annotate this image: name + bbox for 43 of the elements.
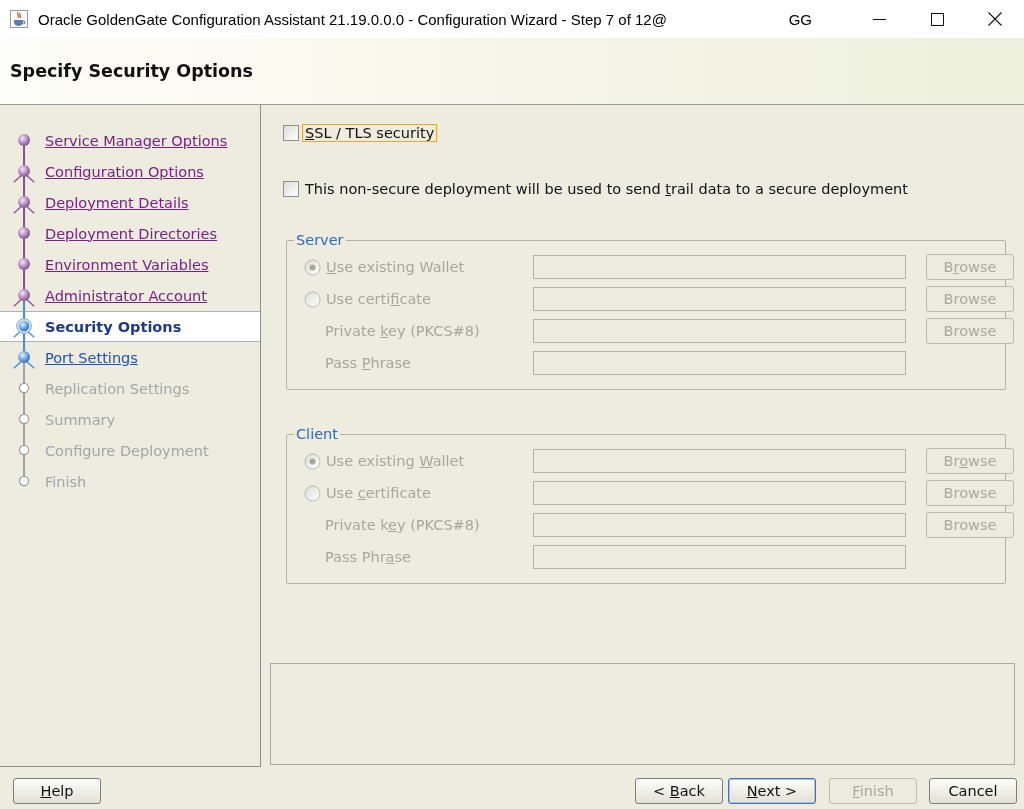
dialog-button[interactable]: Next > (728, 778, 816, 804)
field-label: Pass Phrase (325, 355, 411, 371)
step-icon (13, 194, 35, 214)
wizard-step[interactable]: Port Settings (0, 342, 260, 373)
window-title: Oracle GoldenGate Configuration Assistant 21.19.0.0.0 - Configuration Wizard - Step 7 of 12@ (38, 10, 667, 28)
step-icon (16, 380, 32, 396)
wizard-step: Replication Settings (0, 373, 260, 404)
wizard-step[interactable]: Environment Variables (0, 249, 260, 280)
maximize-icon (930, 12, 944, 26)
step-icon (13, 318, 35, 338)
checkbox[interactable] (283, 180, 299, 197)
dialog-button[interactable]: Help (13, 778, 101, 804)
step-icon (16, 225, 32, 241)
step-icon (16, 411, 32, 427)
field-label: Private key (PKCS#8) (325, 323, 480, 339)
step-icon (13, 287, 35, 307)
dialog-button[interactable]: Cancel (929, 778, 1017, 804)
minimize-icon (872, 18, 886, 20)
step-icon (16, 442, 32, 458)
wizard-step: Configure Deployment (0, 435, 260, 466)
wizard-step[interactable]: Administrator Account (0, 280, 260, 311)
step-icon (16, 132, 32, 148)
checkbox-label[interactable]: This non-secure deployment will be used to send trail data to a secure deployment (302, 179, 911, 198)
page-title: Specify Security Options (10, 61, 253, 81)
close-icon (988, 12, 1002, 26)
wizard-step[interactable]: Security Options (0, 311, 260, 342)
checkbox[interactable] (283, 124, 299, 141)
wizard-step[interactable]: Service Manager Options (0, 125, 260, 156)
step-icon (16, 256, 32, 272)
wizard-step: Finish (0, 466, 260, 497)
step-icon (13, 163, 35, 183)
wizard-step: Summary (0, 404, 260, 435)
dialog-button[interactable]: < Back (635, 778, 723, 804)
coffee-cup-icon (10, 10, 28, 28)
field-label: Pass Phrase (325, 549, 411, 565)
wizard-step[interactable]: Configuration Options (0, 156, 260, 187)
checkbox-label[interactable]: SSL / TLS security (302, 123, 438, 142)
wizard-step[interactable]: Deployment Details (0, 187, 260, 218)
step-icon (16, 473, 32, 489)
window-title: GG (788, 10, 812, 28)
step-icon (13, 349, 35, 369)
wizard-step[interactable]: Deployment Directories (0, 218, 260, 249)
field-label: Private key (PKCS#8) (325, 517, 480, 533)
